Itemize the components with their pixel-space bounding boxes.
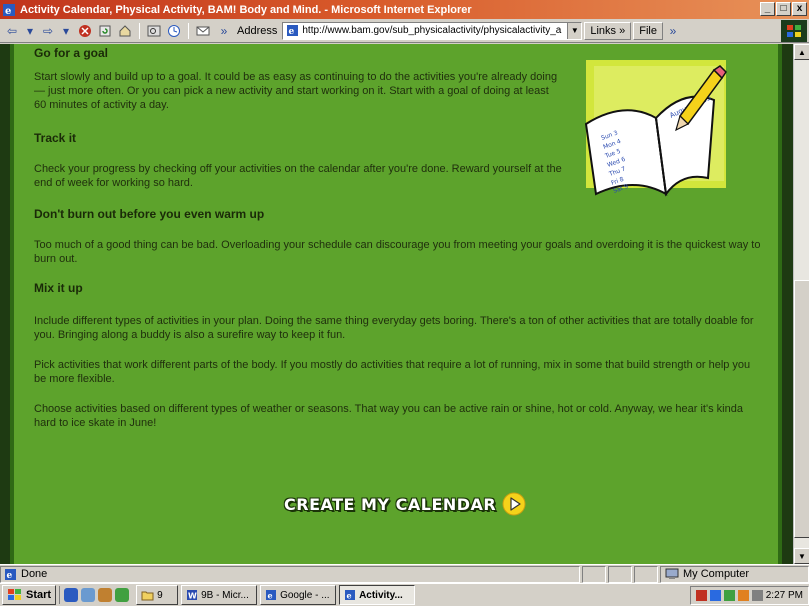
refresh-icon[interactable] [96,22,114,40]
windows-flag-icon [8,589,21,600]
outlook-quicklaunch-icon[interactable] [81,588,96,602]
chevron-down-icon[interactable]: ▼ [567,22,582,39]
search-icon[interactable] [145,22,163,40]
quick-launch [59,586,133,604]
security-zone[interactable]: My Computer [660,565,809,583]
task-activity[interactable]: e Activity... [339,585,416,605]
status-cell [608,565,632,583]
address-input[interactable]: http://www.bam.gov/sub_physicalactivity/… [302,25,561,36]
svg-text:e: e [7,571,13,581]
status-text: Done [21,568,48,580]
paragraph-burn-out: Too much of a good thing can be bad. Ove… [34,239,761,265]
scroll-down-arrow[interactable]: ▼ [794,548,809,564]
history-icon[interactable] [165,22,183,40]
page-viewport: Go for a goal Start slowly and build up … [0,44,809,564]
svg-text:W: W [188,592,197,601]
toolbar-separator [139,22,140,39]
ie-icon: e [3,3,15,17]
tray-icon[interactable] [723,589,735,601]
stop-icon[interactable] [76,22,94,40]
paragraph-goal: Start slowly and build up to a goal. It … [34,71,558,111]
scroll-up-arrow[interactable]: ▲ [794,44,809,60]
status-cell [634,565,658,583]
task-label: Activity... [359,589,403,601]
system-tray: 2:27 PM [689,585,809,605]
maximize-button[interactable]: □ [776,2,791,16]
folder-icon [141,591,154,600]
tray-icon[interactable] [709,589,721,601]
ie-task-icon: e [266,590,277,601]
svg-text:e: e [5,6,11,17]
task-google[interactable]: e Google - ... [260,585,337,605]
windows-logo-icon [781,19,807,42]
create-calendar-button[interactable]: CREATE MY CALENDAR [284,492,526,516]
ie-task-icon: e [345,590,356,601]
task-word[interactable]: W 9B - Micr... [181,585,258,605]
scroll-thumb[interactable] [794,280,809,538]
taskbar: Start 9 W 9B - Micr... e Google - ... e … [0,583,809,606]
dropdown-arrow-icon[interactable]: ▾ [22,22,38,40]
task-label: 9 [157,589,163,601]
browser-toolbar: ⇦ ▾ ⇨ ▾ » Address e http://www.bam.gov/s… [0,19,809,43]
start-button[interactable]: Start [2,585,57,605]
heading-go-for-a-goal: Go for a goal [34,46,109,60]
ie-quicklaunch-icon[interactable] [64,588,79,602]
mail-icon[interactable] [194,22,214,40]
page-done-icon: e [5,568,16,581]
status-message: e Done [0,565,580,583]
file-menu[interactable]: File [633,21,663,40]
start-label: Start [26,589,52,601]
heading-mix-it-up: Mix it up [34,281,83,295]
create-calendar-label[interactable]: CREATE MY CALENDAR [284,495,496,514]
task-label: Google - ... [280,589,330,601]
more-toolbar-button-2[interactable]: » [665,22,681,40]
media-quicklaunch-icon[interactable] [115,588,130,602]
toolbar-separator [188,22,189,39]
heading-burn-out: Don't burn out before you even warm up [34,207,265,221]
window-titlebar[interactable]: e Activity Calendar, Physical Activity, … [0,0,809,19]
tray-icon[interactable] [695,589,707,601]
paragraph-track: Check your progress by checking off your… [34,163,562,189]
volume-icon[interactable] [751,589,763,601]
paragraph-mix-3: Choose activities based on different typ… [34,403,743,429]
address-label: Address [237,24,278,37]
back-button[interactable]: ⇦ [4,22,20,40]
clock[interactable]: 2:27 PM [766,590,803,601]
close-button[interactable]: x [792,2,807,16]
desktop-quicklaunch-icon[interactable] [98,588,113,602]
paragraph-mix-2: Pick activities that work different part… [34,359,751,385]
status-bar: e Done My Computer [0,564,809,583]
task-label: 9B - Micr... [201,589,249,601]
calendar-notebook-illustration: August 2003 Sun 3 Mon 4 Tue 5 Wed 6 Thu … [584,60,727,197]
dropdown-arrow-icon[interactable]: ▾ [58,22,74,40]
zone-text: My Computer [683,568,750,580]
paragraph-mix-1: Include different types of activities in… [34,315,754,341]
forward-button[interactable]: ⇨ [40,22,56,40]
task-folder[interactable]: 9 [136,585,179,605]
heading-track-it: Track it [34,131,77,145]
svg-text:e: e [289,27,295,37]
links-button[interactable]: Links » [584,21,632,40]
play-arrow-icon[interactable] [502,492,526,516]
tray-icon[interactable] [737,589,749,601]
computer-icon [665,568,679,579]
window-title: Activity Calendar, Physical Activity, BA… [20,3,472,16]
word-icon: W [187,590,198,601]
page-icon: e [287,25,299,37]
address-bar[interactable]: e http://www.bam.gov/sub_physicalactivit… [282,21,583,40]
minimize-button[interactable]: _ [760,2,775,16]
vertical-scrollbar[interactable]: ▲ ▼ [793,44,809,564]
page-content: Go for a goal Start slowly and build up … [10,44,782,564]
home-icon[interactable] [116,22,134,40]
svg-text:e: e [347,591,352,601]
more-toolbar-button[interactable]: » [216,22,232,40]
svg-text:e: e [268,591,273,601]
status-cell [582,565,606,583]
